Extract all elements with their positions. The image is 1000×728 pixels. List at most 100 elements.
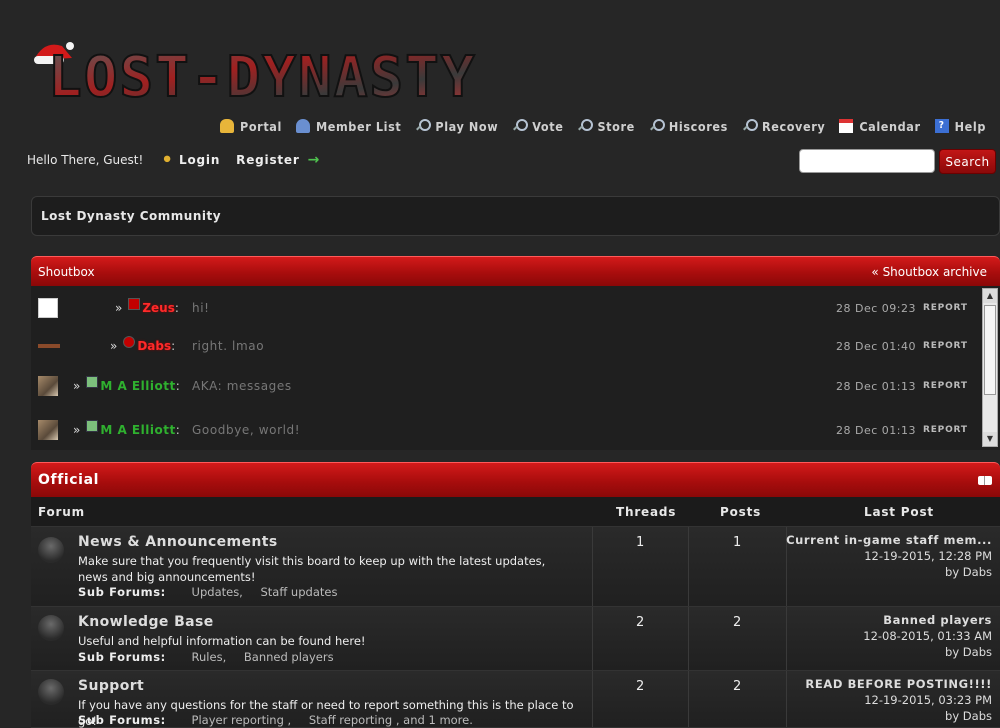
- subforum-link[interactable]: Staff reporting , and 1 more.: [309, 713, 473, 727]
- colon: :: [175, 379, 180, 393]
- shout-username[interactable]: M A Elliott: [100, 423, 175, 437]
- shout-row: » M A Elliott : Goodbye, world! 28 Dec 0…: [31, 410, 981, 450]
- magnifier-icon: [577, 119, 594, 133]
- subforum-link[interactable]: Rules,: [192, 650, 227, 664]
- shout-row: » Zeus : hi! 28 Dec 09:23 REPORT: [31, 288, 981, 328]
- shout-time: 28 Dec 01:40: [836, 339, 916, 353]
- nav-vote[interactable]: Vote: [512, 119, 563, 134]
- shout-user: » Zeus :: [115, 298, 179, 315]
- key-icon: ⚫: [161, 152, 174, 168]
- breadcrumb: Lost Dynasty Community: [31, 196, 1000, 236]
- nav-label: Calendar: [859, 118, 921, 134]
- col-threads: Threads: [616, 505, 677, 519]
- forum-row: Knowledge Base Useful and helpful inform…: [31, 607, 1000, 671]
- forum-status-icon: [38, 537, 64, 563]
- last-post-date: 12-19-2015, 03:23 PM: [864, 693, 992, 707]
- last-post-author[interactable]: by Dabs: [805, 708, 992, 724]
- post-count: 1: [733, 535, 742, 550]
- shout-user: » M A Elliott :: [73, 376, 180, 393]
- nav-store[interactable]: Store: [577, 119, 634, 134]
- shout-username[interactable]: Dabs: [137, 339, 171, 353]
- post-count: 2: [733, 615, 742, 630]
- last-post-author[interactable]: by Dabs: [786, 564, 992, 580]
- site-logo[interactable]: LOST-DYNASTY: [34, 38, 564, 111]
- col-forum: Forum: [38, 505, 85, 519]
- forum-title[interactable]: Support: [78, 678, 144, 694]
- top-nav: Portal Member List Play Now Vote Store H…: [220, 116, 986, 136]
- last-post-title[interactable]: Current in-game staff mem...: [786, 532, 992, 548]
- register-link[interactable]: Register: [236, 153, 299, 167]
- welcome-bar: Hello There, Guest! ⚫ Login Register →: [27, 152, 319, 168]
- user-badge-icon: [128, 298, 141, 310]
- calendar-icon: [839, 119, 854, 133]
- scroll-down-icon[interactable]: ▼: [983, 432, 997, 446]
- category-title[interactable]: Official: [38, 472, 99, 488]
- forum-title[interactable]: News & Announcements: [78, 534, 278, 550]
- report-link[interactable]: REPORT: [923, 425, 968, 435]
- post-count: 2: [733, 679, 742, 694]
- nav-play-now[interactable]: Play Now: [415, 119, 498, 134]
- users-icon: [295, 119, 310, 133]
- shout-username[interactable]: Zeus: [142, 301, 175, 315]
- nav-label: Member List: [315, 118, 402, 134]
- shout-message: hi!: [192, 301, 210, 315]
- thread-count: 2: [636, 679, 645, 694]
- nav-label: Play Now: [435, 118, 499, 134]
- guest-greeting: Hello There, Guest!: [27, 153, 144, 167]
- user-badge-icon: [86, 420, 99, 432]
- collapse-icon[interactable]: [978, 475, 992, 485]
- shoutbox-title: Shoutbox: [38, 264, 95, 279]
- report-link[interactable]: REPORT: [923, 341, 968, 351]
- shout-message: Goodbye, world!: [192, 423, 301, 437]
- forum-row: News & Announcements Make sure that you …: [31, 527, 1000, 607]
- shout-time: 28 Dec 01:13: [836, 423, 916, 437]
- avatar[interactable]: [38, 298, 58, 318]
- col-last-post: Last Post: [864, 505, 934, 519]
- shoutbox-archive-link[interactable]: « Shoutbox archive: [871, 265, 987, 279]
- subforum-link[interactable]: Banned players: [244, 650, 334, 664]
- subforum-link[interactable]: Player reporting ,: [192, 713, 292, 727]
- nav-calendar[interactable]: Calendar: [839, 119, 920, 134]
- avatar[interactable]: [38, 420, 58, 440]
- shoutbox-list: » Zeus : hi! 28 Dec 09:23 REPORT » Dabs …: [31, 286, 1000, 450]
- scroll-up-icon[interactable]: ▲: [983, 289, 997, 303]
- shout-username[interactable]: M A Elliott: [100, 379, 175, 393]
- arrow-right-icon: →: [307, 152, 320, 168]
- report-link[interactable]: REPORT: [923, 381, 968, 391]
- forum-title[interactable]: Knowledge Base: [78, 614, 214, 630]
- shout-user: » Dabs :: [110, 336, 176, 353]
- avatar[interactable]: [38, 336, 60, 356]
- thread-count: 2: [636, 615, 645, 630]
- subforums-label: Sub Forums:: [78, 585, 166, 599]
- avatar[interactable]: [38, 376, 58, 396]
- nav-label: Help: [954, 118, 986, 134]
- col-posts: Posts: [720, 505, 762, 519]
- last-post: READ BEFORE POSTING!!!! 12-19-2015, 03:2…: [805, 676, 992, 724]
- subforum-link[interactable]: Staff updates: [261, 585, 338, 599]
- magnifier-icon: [649, 119, 665, 133]
- search-button[interactable]: Search: [939, 149, 996, 174]
- forum-description: Useful and helpful information can be fo…: [78, 634, 366, 648]
- nav-help[interactable]: ? Help: [934, 118, 986, 134]
- colon: :: [171, 339, 176, 353]
- report-link[interactable]: REPORT: [923, 303, 968, 313]
- last-post-date: 12-08-2015, 01:33 AM: [863, 629, 992, 643]
- search-input[interactable]: [799, 149, 935, 173]
- user-badge-icon: [86, 376, 99, 388]
- nav-portal[interactable]: Portal: [220, 119, 282, 134]
- shoutbox-header: Shoutbox « Shoutbox archive: [31, 256, 1000, 286]
- login-link[interactable]: Login: [179, 153, 220, 167]
- nav-hiscores[interactable]: Hiscores: [649, 119, 728, 134]
- scroll-thumb[interactable]: [984, 305, 996, 395]
- forum-row: Support If you have any questions for th…: [31, 671, 1000, 728]
- last-post-title[interactable]: Banned players: [863, 612, 992, 628]
- last-post-author[interactable]: by Dabs: [863, 644, 992, 660]
- nav-member-list[interactable]: Member List: [295, 118, 402, 134]
- last-post-title[interactable]: READ BEFORE POSTING!!!!: [805, 676, 992, 692]
- nav-label: Vote: [532, 118, 564, 134]
- breadcrumb-home[interactable]: Lost Dynasty Community: [41, 209, 221, 223]
- shout-time: 28 Dec 01:13: [836, 379, 916, 393]
- nav-recovery[interactable]: Recovery: [742, 119, 825, 134]
- subforum-link[interactable]: Updates,: [192, 585, 243, 599]
- shoutbox-scrollbar[interactable]: ▲ ▼: [982, 288, 998, 447]
